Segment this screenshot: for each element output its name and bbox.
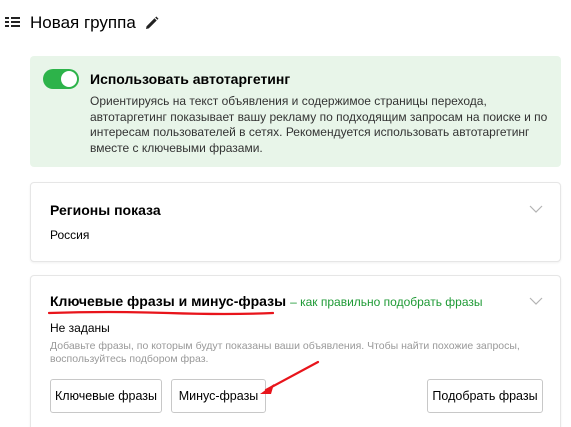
keywords-hint: Добавьте фразы, по которым будут показан…	[50, 340, 520, 365]
toggle-knob	[61, 71, 77, 87]
group-list-icon[interactable]	[4, 14, 22, 32]
chevron-down-icon[interactable]	[529, 293, 543, 305]
keywords-title: Ключевые фразы и минус-фразы	[50, 293, 287, 309]
pick-phrases-button[interactable]: Подобрать фразы	[427, 379, 543, 413]
minus-phrases-button[interactable]: Минус-фразы	[171, 379, 266, 413]
keywords-help-link[interactable]: – как правильно подобрать фразы	[290, 295, 482, 309]
autotargeting-toggle[interactable]	[43, 69, 79, 89]
autotargeting-title: Использовать автотаргетинг	[90, 71, 291, 87]
keywords-card: Ключевые фразы и минус-фразы – как прави…	[30, 275, 561, 427]
group-header: Новая группа	[4, 12, 159, 34]
autotargeting-description: Ориентируясь на текст объявления и содер…	[90, 94, 548, 155]
chevron-down-icon[interactable]	[529, 201, 543, 213]
keywords-status: Не заданы	[50, 321, 110, 335]
red-underline-annotation	[48, 310, 274, 316]
regions-value: Россия	[50, 228, 90, 242]
pencil-icon[interactable]	[144, 16, 159, 31]
regions-title: Регионы показа	[50, 202, 161, 218]
regions-card[interactable]: Регионы показа Россия	[30, 182, 561, 262]
group-title: Новая группа	[30, 13, 136, 32]
keywords-button[interactable]: Ключевые фразы	[50, 379, 162, 413]
autotargeting-panel: Использовать автотаргетинг Ориентируясь …	[30, 56, 561, 167]
keywords-title-row: Ключевые фразы и минус-фразы – как прави…	[50, 292, 483, 310]
